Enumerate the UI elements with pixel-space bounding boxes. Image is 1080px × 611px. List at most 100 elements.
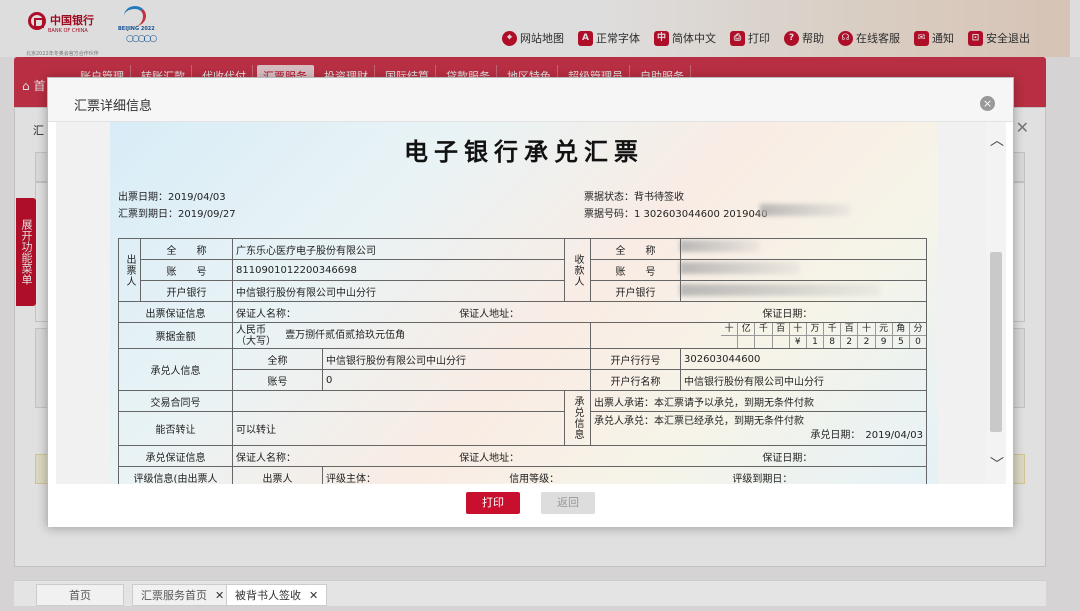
accept-info-label: 承兑信息 bbox=[564, 390, 591, 446]
digit-unit: 千 bbox=[823, 323, 840, 335]
scroll-down-icon[interactable]: ﹀ bbox=[990, 454, 1004, 474]
drawer-account-label: 账 号 bbox=[140, 259, 233, 281]
redacted-area bbox=[760, 204, 850, 216]
rating-grade: 信用等级： bbox=[509, 473, 560, 485]
accept-guarantee-info: 保证人名称： 保证人地址： 保证日期： bbox=[232, 445, 927, 467]
rating-label: 评级信息(由出票人 bbox=[118, 466, 233, 484]
digit-value bbox=[754, 336, 771, 348]
contract-value bbox=[232, 390, 565, 412]
bill-detail-modal: 汇票详细信息 × 电子银行承兑汇票 出票日期：2019/04/03 汇票到期日：… bbox=[47, 77, 1014, 527]
digit-value: 0 bbox=[908, 336, 926, 348]
digit-unit: 元 bbox=[874, 323, 892, 335]
scroll-up-icon[interactable]: ︿ bbox=[990, 130, 1004, 150]
rating-subject: 评级主体： bbox=[326, 473, 376, 485]
digit-unit: 十 bbox=[857, 323, 874, 335]
acceptor-promise-cell: 承兑人承兑：本汇票已经承兑，到期无条件付款 承兑日期： 2019/04/03 bbox=[590, 411, 927, 446]
acc-full-name-label: 全称 bbox=[232, 348, 323, 370]
digit-value: 1 bbox=[805, 336, 823, 348]
bottom-tab-bar: 首页 汇票服务首页 ✕ 被背书人签收 ✕ bbox=[14, 580, 1046, 606]
back-button[interactable]: 返回 bbox=[541, 492, 595, 514]
digit-value bbox=[721, 336, 737, 348]
issue-date: 出票日期：2019/04/03 bbox=[118, 192, 226, 203]
digit-unit: 分 bbox=[908, 323, 926, 335]
guarantee-date-label: 保证日期： bbox=[762, 452, 813, 464]
drawer-promise: 出票人承诺：本汇票请予以承兑，到期无条件付款 bbox=[590, 390, 927, 412]
digit-value: 2 bbox=[857, 336, 874, 348]
drawer-bank: 中信银行股份有限公司中山分行 bbox=[232, 280, 565, 302]
digit-unit: 十 bbox=[788, 323, 806, 335]
bill-title: 电子银行承兑汇票 bbox=[404, 137, 644, 166]
bill-number: 票据号码：1 302603044600 2019040 bbox=[584, 209, 768, 220]
digit-unit: 角 bbox=[891, 323, 909, 335]
rating-due: 评级到期日： bbox=[732, 473, 793, 485]
amount-digits-cell: 十亿千百十万千百十元角分 ¥1 8 2 2 9 5 0 bbox=[590, 322, 927, 349]
amount-label: 票据金额 bbox=[118, 322, 233, 349]
payee-bank-label: 开户银行 bbox=[590, 280, 681, 302]
scrollbar-thumb[interactable] bbox=[990, 252, 1002, 432]
modal-scrollbar[interactable]: ︿ ﹀ bbox=[986, 122, 1006, 484]
digit-unit: 十 bbox=[724, 324, 734, 334]
digit-value bbox=[771, 336, 789, 348]
digit-units: 十亿千百十万千百十元角分 bbox=[721, 323, 926, 335]
payee-full-name-label: 全 称 bbox=[590, 238, 681, 260]
digit-value bbox=[737, 336, 754, 348]
acc-account: 0 bbox=[322, 369, 591, 391]
guarantor-addr-label: 保证人地址： bbox=[459, 452, 520, 464]
tab-label: 汇票服务首页 bbox=[141, 589, 207, 602]
accept-date: 承兑日期： 2019/04/03 bbox=[810, 429, 923, 441]
bill-status: 票据状态：背书待签收 bbox=[584, 192, 684, 203]
tab-item[interactable]: 首页 bbox=[36, 584, 124, 606]
drawer-full-name-label: 全 称 bbox=[140, 238, 233, 260]
payee-account-label: 账 号 bbox=[590, 259, 681, 281]
amount-words-cell: 人民币 （大写） 壹万捌仟贰佰贰拾玖元伍角 bbox=[232, 322, 591, 349]
modal-footer: 打印 返回 bbox=[48, 484, 1013, 527]
guarantor-name-label: 保证人名称： bbox=[236, 452, 296, 464]
digit-unit: 百 bbox=[771, 323, 789, 335]
digit-values: ¥1 8 2 2 9 5 0 bbox=[721, 335, 926, 348]
amount-prefix: 人民币 （大写） bbox=[236, 324, 276, 347]
tab-item[interactable]: 汇票服务首页 ✕ bbox=[132, 584, 234, 606]
guarantee-info: 保证人名称： 保证人地址： 保证日期： bbox=[232, 301, 927, 323]
digit-value: 5 bbox=[891, 336, 909, 348]
amount-words: 壹万捌仟贰佰贰拾玖元伍角 bbox=[285, 330, 406, 341]
payee-name bbox=[680, 238, 927, 260]
payee-bank bbox=[680, 280, 927, 302]
acc-bank-name-label: 开户行名称 bbox=[590, 369, 681, 391]
digit-value: ¥ bbox=[788, 336, 806, 348]
digit-value: 8 bbox=[823, 336, 840, 348]
payee-label: 收款人 bbox=[564, 238, 591, 302]
guarantor-addr-label: 保证人地址： bbox=[459, 308, 520, 320]
drawer-bank-label: 开户银行 bbox=[140, 280, 233, 302]
transfer-label: 能否转让 bbox=[118, 411, 233, 446]
modal-title: 汇票详细信息 bbox=[74, 99, 153, 114]
digit-value: 2 bbox=[840, 336, 857, 348]
bill-table: 出票人 全 称 广东乐心医疗电子股份有限公司 收款人 全 称 账 号 81109… bbox=[118, 238, 927, 484]
guarantee-label: 出票保证信息 bbox=[118, 301, 233, 323]
acc-bank-name: 中信银行股份有限公司中山分行 bbox=[680, 369, 927, 391]
modal-close-icon[interactable]: × bbox=[980, 96, 995, 111]
print-button[interactable]: 打印 bbox=[466, 492, 520, 514]
modal-body: 电子银行承兑汇票 出票日期：2019/04/03 汇票到期日：2019/09/2… bbox=[56, 122, 1006, 484]
contract-label: 交易合同号 bbox=[118, 390, 233, 412]
transfer-value: 可以转让 bbox=[232, 411, 565, 446]
acc-account-label: 账号 bbox=[232, 369, 323, 391]
acc-bank-no-label: 开户行行号 bbox=[590, 348, 681, 370]
bill-document: 电子银行承兑汇票 出票日期：2019/04/03 汇票到期日：2019/09/2… bbox=[110, 122, 938, 484]
tab-item[interactable]: 被背书人签收 ✕ bbox=[226, 584, 328, 606]
accept-guarantee-label: 承兑保证信息 bbox=[118, 445, 233, 467]
tab-close-icon[interactable]: ✕ bbox=[309, 589, 318, 602]
rating-info: 评级主体： 信用等级： 评级到期日： bbox=[322, 466, 927, 485]
tab-label: 被背书人签收 bbox=[235, 589, 301, 602]
modal-header: 汇票详细信息 × bbox=[48, 78, 1013, 122]
rating-drawer: 出票人 bbox=[232, 466, 323, 484]
digit-unit: 百 bbox=[840, 323, 857, 335]
guarantor-name-label: 保证人名称： bbox=[236, 308, 296, 320]
guarantee-date-label: 保证日期： bbox=[762, 308, 813, 320]
digit-value: 9 bbox=[874, 336, 892, 348]
acc-full-name: 中信银行股份有限公司中山分行 bbox=[322, 348, 591, 370]
acc-bank-no: 302603044600 bbox=[680, 348, 927, 370]
tab-label: 首页 bbox=[69, 589, 91, 602]
drawer-label: 出票人 bbox=[118, 238, 141, 302]
digit-unit: 亿 bbox=[737, 323, 754, 335]
tab-close-icon[interactable]: ✕ bbox=[215, 589, 224, 602]
